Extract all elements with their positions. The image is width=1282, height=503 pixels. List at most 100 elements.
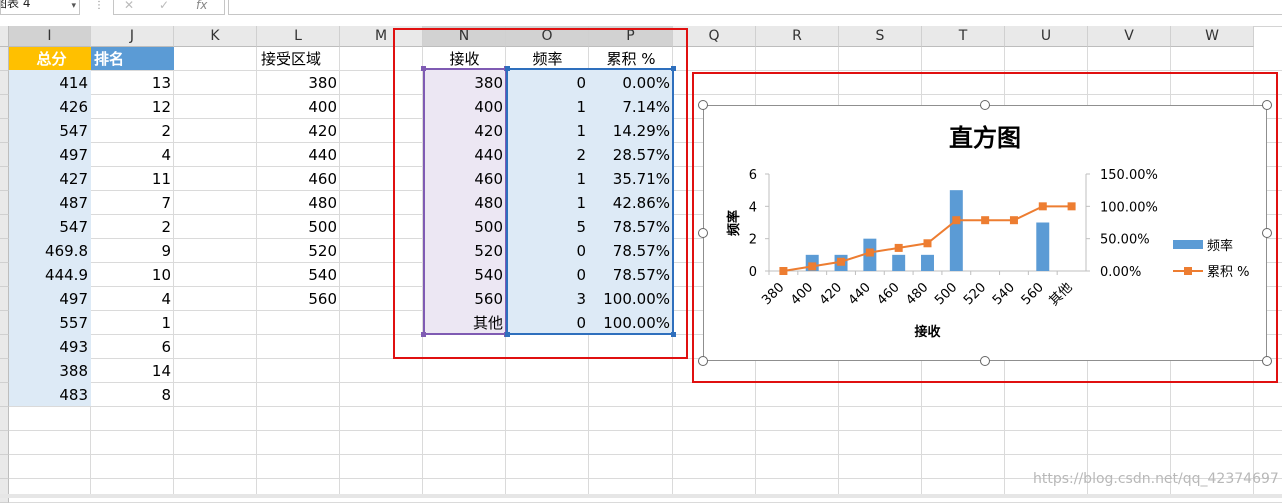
formula-input[interactable]	[228, 0, 1282, 15]
bin-cell[interactable]: 500	[257, 215, 340, 238]
cumulative-point-480	[923, 239, 932, 248]
cumulative-point-500	[952, 216, 961, 225]
score-cell[interactable]: 547	[9, 119, 91, 142]
row-header[interactable]	[0, 71, 9, 95]
bin-cell[interactable]: 460	[257, 167, 340, 190]
rank-cell[interactable]: 10	[91, 263, 174, 286]
column-header-i[interactable]: I	[9, 26, 91, 47]
score-cell[interactable]: 493	[9, 335, 91, 358]
rank-cell[interactable]: 7	[91, 191, 174, 214]
cancel-icon[interactable]: ✕	[124, 0, 134, 12]
row-header[interactable]	[0, 359, 9, 383]
row-header[interactable]	[0, 191, 9, 215]
column-header-j[interactable]: J	[91, 26, 174, 47]
score-cell[interactable]: 427	[9, 167, 91, 190]
row-header[interactable]	[0, 383, 9, 407]
row-header[interactable]	[0, 167, 9, 191]
score-cell[interactable]: 469.8	[9, 239, 91, 262]
y-tick-label-right: 100.00%	[1100, 200, 1158, 215]
row-header[interactable]	[0, 119, 9, 143]
row-header[interactable]	[0, 239, 9, 263]
row-header[interactable]	[0, 215, 9, 239]
column-header-k[interactable]: K	[174, 26, 257, 47]
column-header-u[interactable]: U	[1005, 26, 1088, 47]
column-header-v[interactable]: V	[1088, 26, 1171, 47]
rank-cell[interactable]: 11	[91, 167, 174, 190]
chart-resize-handle[interactable]	[698, 228, 708, 238]
chart-resize-handle[interactable]	[1262, 100, 1272, 110]
score-cell[interactable]: 444.9	[9, 263, 91, 286]
score-cell[interactable]: 547	[9, 215, 91, 238]
bin-cell[interactable]: 420	[257, 119, 340, 142]
score-header[interactable]: 总分	[9, 47, 91, 70]
row-header[interactable]	[0, 479, 9, 503]
histogram-chart[interactable]: 直方图 0 2 4 6 0.00% 50.00% 100.00% 150.00% 380 400 42…	[703, 105, 1267, 361]
formula-buttons: ✕ ✓ fx	[113, 0, 225, 15]
bin-cell[interactable]: 520	[257, 239, 340, 262]
cumulative-point-520	[981, 216, 990, 225]
chart-resize-handle[interactable]	[980, 100, 990, 110]
rank-cell[interactable]: 1	[91, 311, 174, 334]
rank-header[interactable]: 排名	[91, 47, 174, 70]
name-box[interactable]: 图表 4 ▾	[0, 0, 80, 15]
rank-cell[interactable]: 6	[91, 335, 174, 358]
column-header-w[interactable]: W	[1171, 26, 1254, 47]
rank-cell[interactable]: 12	[91, 95, 174, 118]
chevron-down-icon[interactable]: ▾	[71, 0, 76, 12]
row-header[interactable]	[0, 455, 9, 479]
rank-cell[interactable]: 2	[91, 119, 174, 142]
legend-label: 频率	[1207, 238, 1233, 254]
bin-cell[interactable]: 560	[257, 287, 340, 310]
row-header[interactable]	[0, 287, 9, 311]
column-header-r[interactable]: R	[756, 26, 839, 47]
score-cell[interactable]: 426	[9, 95, 91, 118]
column-header-t[interactable]: T	[922, 26, 1005, 47]
rank-cell[interactable]: 2	[91, 215, 174, 238]
rank-cell[interactable]: 14	[91, 359, 174, 382]
row-header[interactable]	[0, 407, 9, 431]
sheet-tab-bar[interactable]	[0, 494, 1282, 498]
insert-function-icon[interactable]: fx	[196, 0, 207, 12]
score-cell[interactable]: 557	[9, 311, 91, 334]
score-cell[interactable]: 414	[9, 71, 91, 94]
bin-cell[interactable]: 540	[257, 263, 340, 286]
y-tick-label-right: 150.00%	[1100, 168, 1158, 183]
rank-cell[interactable]: 8	[91, 383, 174, 406]
score-cell[interactable]: 487	[9, 191, 91, 214]
bin-range-header[interactable]: 接受区域	[257, 47, 357, 70]
bin-cell[interactable]: 480	[257, 191, 340, 214]
cumulative-point-540	[1009, 216, 1018, 225]
confirm-icon[interactable]: ✓	[159, 0, 169, 12]
chart-resize-handle[interactable]	[1262, 228, 1272, 238]
chart-resize-handle[interactable]	[698, 100, 708, 110]
rank-cell[interactable]: 9	[91, 239, 174, 262]
rank-cell[interactable]: 4	[91, 143, 174, 166]
row-header[interactable]	[0, 95, 9, 119]
table-highlight-box	[393, 28, 688, 359]
chart-resize-handle[interactable]	[1262, 356, 1272, 366]
column-header-s[interactable]: S	[839, 26, 922, 47]
rank-cell[interactable]: 13	[91, 71, 174, 94]
row-header[interactable]	[0, 143, 9, 167]
score-cell[interactable]: 497	[9, 287, 91, 310]
chart-resize-handle[interactable]	[698, 356, 708, 366]
score-cell[interactable]: 483	[9, 383, 91, 406]
score-cell[interactable]: 497	[9, 143, 91, 166]
chart-resize-handle[interactable]	[980, 356, 990, 366]
rank-cell[interactable]: 4	[91, 287, 174, 310]
row-header[interactable]	[0, 335, 9, 359]
bin-cell[interactable]: 400	[257, 95, 340, 118]
score-cell[interactable]: 388	[9, 359, 91, 382]
x-tick-label: 440	[846, 280, 874, 308]
x-tick-label: 500	[932, 280, 960, 308]
row-header[interactable]	[0, 311, 9, 335]
row-header[interactable]	[0, 431, 9, 455]
row-header[interactable]	[0, 47, 9, 71]
bin-cell[interactable]: 380	[257, 71, 340, 94]
column-header-l[interactable]: L	[257, 26, 340, 47]
bin-cell[interactable]: 440	[257, 143, 340, 166]
select-all-corner[interactable]	[0, 26, 9, 47]
y-axis-title: 频率	[726, 210, 742, 236]
more-icon[interactable]: ⋮	[94, 0, 104, 11]
row-header[interactable]	[0, 263, 9, 287]
